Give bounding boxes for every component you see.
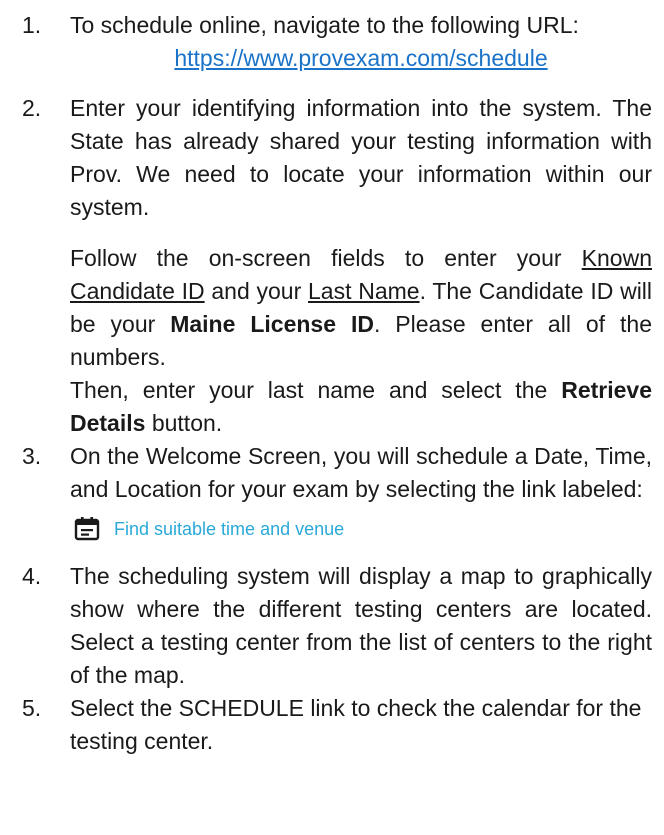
step-number: 5. [22,695,42,721]
steps-list: 1. To schedule online, navigate to the f… [0,9,664,758]
step-2-paragraph-2: Follow the on-screen fields to enter you… [70,242,652,374]
step-3-text: On the Welcome Screen, you will schedule… [70,443,652,502]
step-4-text: The scheduling system will display a map… [70,563,652,688]
text-segment: Then, enter your last name and select th… [70,377,562,403]
step-2-intro: Enter your identifying information into … [70,95,652,220]
text-segment: and your [204,278,309,304]
find-time-venue-link[interactable]: Find suitable time and venue [70,512,652,546]
step-1-text: To schedule online, navigate to the foll… [70,12,579,38]
find-time-venue-label[interactable]: Find suitable time and venue [114,513,344,546]
text-segment: button. [145,410,223,436]
step-2-paragraph-3: Then, enter your last name and select th… [70,374,652,440]
url-line: https://www.provexam.com/schedule [70,42,652,75]
step-2: 2. Enter your identifying information in… [0,92,664,440]
calendar-icon [74,517,100,541]
step-number: 3. [22,443,42,469]
step-5-text: Select the SCHEDULE link to check the ca… [70,695,642,754]
step-number: 4. [22,563,42,589]
step-1: 1. To schedule online, navigate to the f… [0,9,664,75]
maine-license-id-term: Maine License ID [170,311,374,337]
step-5: 5. Select the SCHEDULE link to check the… [0,692,664,758]
step-4: 4. The scheduling system will display a … [0,560,664,692]
step-number: 1. [22,12,42,38]
last-name-term: Last Name [308,278,420,304]
instructions-page: 1. To schedule online, navigate to the f… [0,0,664,835]
text-segment: Follow the on-screen fields to enter you… [70,245,582,271]
step-3: 3. On the Welcome Screen, you will sched… [0,440,664,546]
schedule-url-link[interactable]: https://www.provexam.com/schedule [174,45,547,71]
step-number: 2. [22,95,42,121]
